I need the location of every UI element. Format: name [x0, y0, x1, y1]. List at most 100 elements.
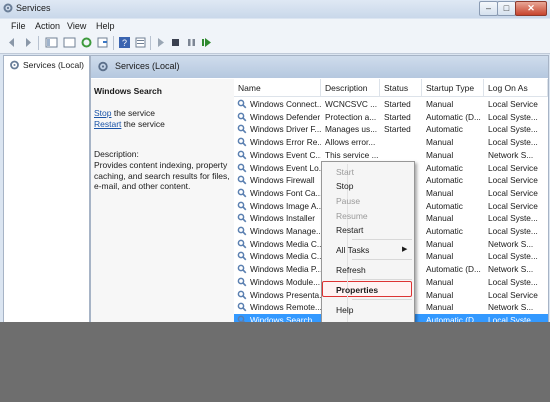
- extended-details-pane: Windows Search Stop the service Restart …: [91, 79, 234, 322]
- context-item-help[interactable]: Help: [336, 305, 353, 315]
- cell-name: Windows Error Re...: [250, 137, 321, 148]
- table-row[interactable]: Windows Event C... This service ... Manual…: [234, 149, 548, 162]
- stop-service-link[interactable]: Stop: [94, 108, 112, 118]
- menu-bar: File Action View Help: [0, 19, 550, 33]
- menu-action[interactable]: Action: [35, 21, 60, 31]
- menu-file[interactable]: File: [11, 21, 26, 31]
- cell-name: Windows Defender: [250, 111, 321, 122]
- cell-name: Windows Font Ca...: [250, 187, 321, 198]
- close-icon: ✕: [527, 3, 535, 13]
- context-item-start[interactable]: Start: [336, 167, 354, 177]
- cell-startup-type: Automatic (D...: [426, 314, 481, 322]
- export-list-icon[interactable]: [96, 36, 109, 49]
- cell-name: Windows Image A...: [250, 200, 321, 211]
- show-hide-tree-icon[interactable]: [45, 36, 58, 49]
- cell-startup-type: Manual: [426, 289, 454, 300]
- close-button[interactable]: ✕: [515, 1, 547, 16]
- service-gear-icon: [237, 226, 247, 236]
- cell-log-on-as: Local Syste...: [488, 251, 538, 262]
- start-service-icon[interactable]: [154, 36, 167, 49]
- cell-name: Windows Presenta...: [250, 289, 321, 300]
- services-panel: Services (Local) Windows Search Stop the…: [90, 55, 549, 322]
- context-item-refresh[interactable]: Refresh: [336, 265, 366, 275]
- cell-log-on-as: Local Syste...: [488, 314, 538, 322]
- cell-startup-type: Manual: [426, 187, 454, 198]
- stop-service-suffix: the service: [111, 108, 155, 118]
- minimize-icon: –: [485, 3, 491, 13]
- cell-name: Windows Remote...: [250, 302, 321, 313]
- forward-icon[interactable]: [21, 36, 34, 49]
- cell-name: Windows Search: [250, 314, 313, 322]
- cell-name: Windows Media C...: [250, 251, 321, 262]
- services-app-icon: [3, 3, 13, 13]
- back-icon[interactable]: [6, 36, 19, 49]
- service-gear-icon: [237, 125, 247, 134]
- column-header-description[interactable]: Description: [321, 79, 380, 97]
- service-gear-icon: [237, 99, 247, 109]
- cell-name: Windows Event C...: [250, 149, 321, 160]
- service-gear-icon: [237, 239, 247, 249]
- context-item-resume[interactable]: Resume: [336, 211, 368, 221]
- column-header-name[interactable]: Name: [234, 79, 321, 97]
- services-header-icon: [98, 61, 108, 72]
- table-row[interactable]: Windows Connect... WCNCSVC ... Started Manu…: [234, 98, 548, 111]
- gray-background: [0, 322, 550, 402]
- table-row[interactable]: Windows Error Re... Allows error... Manual…: [234, 136, 548, 149]
- context-item-stop[interactable]: Stop: [336, 181, 354, 191]
- selected-service-name: Windows Search: [94, 86, 162, 96]
- table-row[interactable]: Windows Driver F... Manages us... Started A…: [234, 123, 548, 136]
- cell-log-on-as: Local Service: [488, 175, 538, 186]
- pause-service-icon[interactable]: [185, 36, 198, 49]
- minimize-button[interactable]: –: [479, 1, 498, 16]
- stop-service-icon[interactable]: [169, 36, 182, 49]
- cell-startup-type: Automatic (D...: [426, 111, 481, 122]
- table-row[interactable]: Windows Defender Protection a... Started Au…: [234, 111, 548, 124]
- restart-service-icon[interactable]: [200, 36, 213, 49]
- context-item-all-tasks[interactable]: All Tasks: [336, 245, 369, 255]
- column-header-log-on-as[interactable]: Log On As: [484, 79, 548, 97]
- cell-description: Protection a...: [325, 111, 377, 122]
- menu-help[interactable]: Help: [96, 21, 115, 31]
- cell-log-on-as: Local Service: [488, 187, 538, 198]
- console-tree: Services (Local): [3, 55, 90, 322]
- service-gear-icon: [237, 264, 247, 274]
- refresh-icon[interactable]: [80, 36, 93, 49]
- cell-log-on-as: Network S...: [488, 149, 534, 160]
- description-label: Description:: [94, 149, 139, 159]
- stop-action-line: Stop the service: [94, 108, 155, 118]
- maximize-button[interactable]: □: [497, 1, 516, 16]
- cell-description: Allows error...: [325, 137, 376, 148]
- panel-header: Services (Local): [91, 56, 548, 78]
- column-header-status[interactable]: Status: [380, 79, 422, 97]
- tree-item-services-local[interactable]: Services (Local): [23, 60, 84, 70]
- restart-service-link[interactable]: Restart: [94, 119, 121, 129]
- service-gear-icon: [237, 315, 246, 322]
- cell-startup-type: Automatic: [426, 226, 463, 236]
- service-gear-icon: [237, 302, 247, 312]
- service-gear-icon: [237, 277, 247, 287]
- service-gear-icon: [237, 150, 247, 160]
- toolbar: ?: [0, 33, 550, 54]
- context-item-restart[interactable]: Restart: [336, 225, 363, 235]
- column-header-startup-type[interactable]: Startup Type: [422, 79, 484, 97]
- services-tree-icon: [10, 60, 19, 70]
- cell-startup-type: Automatic: [426, 124, 463, 135]
- context-item-pause[interactable]: Pause: [336, 196, 360, 206]
- window-title: Services: [16, 3, 51, 13]
- service-gear-icon: [237, 112, 247, 122]
- console-tree-icon[interactable]: [63, 36, 76, 49]
- cell-startup-type: Automatic: [426, 175, 463, 186]
- help-icon[interactable]: ?: [118, 36, 131, 49]
- title-bar[interactable]: Services – □ ✕: [0, 0, 550, 18]
- cell-startup-type: Manual: [426, 213, 454, 224]
- cell-status: [384, 136, 425, 149]
- cell-log-on-as: Local Service: [488, 289, 538, 300]
- properties-icon[interactable]: [134, 36, 147, 49]
- cell-name: Windows Module...: [250, 276, 321, 287]
- cell-log-on-as: Local Syste...: [488, 213, 538, 224]
- cell-name: Windows Manage...: [250, 226, 321, 236]
- menu-view[interactable]: View: [67, 21, 86, 31]
- context-item-properties[interactable]: Properties: [336, 285, 378, 295]
- cell-name: Windows Event Lo...: [250, 162, 321, 173]
- service-gear-icon: [237, 213, 247, 223]
